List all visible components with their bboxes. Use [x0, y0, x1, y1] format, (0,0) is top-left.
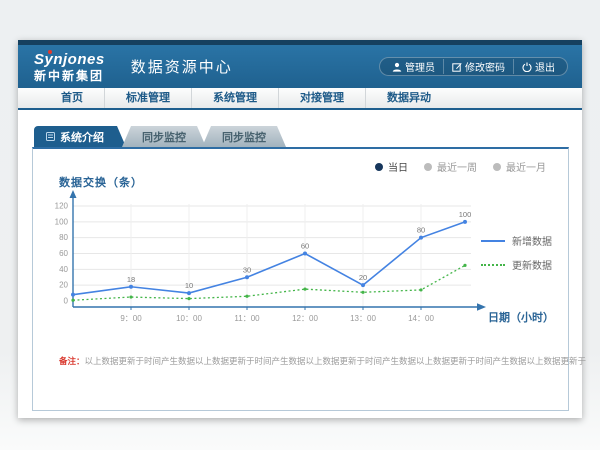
- data-point: [187, 291, 191, 295]
- y-tick-label: 40: [59, 265, 68, 274]
- data-label: 20: [359, 273, 367, 282]
- x-tick-label: 9：00: [120, 314, 142, 323]
- legend-line-solid: [481, 240, 505, 242]
- tab-sync-monitor-2[interactable]: 同步监控: [202, 126, 286, 147]
- footnote-prefix: 备注：: [59, 356, 85, 366]
- radio-dot: [375, 163, 383, 171]
- radio-dot: [424, 163, 432, 171]
- header-bar: Synjones 新中新集团 数据资源中心 管理员 修改密码 退出: [18, 45, 582, 88]
- radio-label: 当日: [388, 159, 408, 174]
- power-icon: [522, 62, 532, 72]
- legend-item-update-data[interactable]: 更新数据: [481, 257, 552, 272]
- data-point: [463, 264, 466, 267]
- content-area: 系统介绍 同步监控 同步监控 当日 最近一周 最近一月 数据交换（条） 0 20 4…: [18, 112, 582, 418]
- data-point: [303, 252, 307, 256]
- y-axis-arrow: [70, 190, 77, 198]
- data-point: [187, 297, 190, 300]
- data-label: 30: [243, 265, 251, 274]
- y-tick-label: 100: [55, 217, 69, 226]
- data-point: [419, 288, 422, 291]
- data-label: 100: [459, 210, 472, 219]
- data-label: 18: [127, 275, 135, 284]
- nav-item-data-change[interactable]: 数据异动: [365, 88, 452, 108]
- time-range-filter: 当日 最近一周 最近一月: [375, 159, 546, 174]
- y-tick-label: 20: [59, 281, 68, 290]
- tab-system-intro[interactable]: 系统介绍: [34, 126, 126, 147]
- page-title: 数据资源中心: [131, 56, 233, 77]
- logout-label: 退出: [535, 59, 555, 74]
- legend-label: 新增数据: [512, 233, 552, 248]
- main-nav: 首页 标准管理 系统管理 对接管理 数据异动: [18, 88, 582, 110]
- user-label: 管理员: [405, 59, 435, 74]
- x-tick-label: 10：00: [176, 314, 202, 323]
- nav-item-home[interactable]: 首页: [40, 88, 104, 108]
- data-point: [361, 291, 364, 294]
- legend-label: 更新数据: [512, 257, 552, 272]
- x-axis-arrow: [477, 303, 486, 311]
- tab-bar: 系统介绍 同步监控 同步监控: [34, 126, 286, 147]
- tab-label: 同步监控: [222, 129, 266, 145]
- data-label: 60: [301, 242, 309, 251]
- logo-red-dot: [48, 50, 52, 54]
- radio-today[interactable]: 当日: [375, 159, 408, 174]
- footnote-text: 以上数据更新于时间产生数据以上数据更新于时间产生数据以上数据更新于时间产生数据以…: [85, 356, 587, 366]
- company-logo: Synjones 新中新集团: [34, 52, 105, 82]
- logo-text: Synjones: [34, 52, 105, 67]
- change-password-button[interactable]: 修改密码: [443, 59, 513, 74]
- legend-line-dotted: [481, 264, 505, 266]
- x-tick-label: 13：00: [350, 314, 376, 323]
- nav-item-system-mgmt[interactable]: 系统管理: [191, 88, 278, 108]
- user-toolbar: 管理员 修改密码 退出: [379, 57, 568, 76]
- data-point: [245, 275, 249, 279]
- logout-button[interactable]: 退出: [513, 59, 563, 74]
- chart-panel: 当日 最近一周 最近一月 数据交换（条） 0 20 40 60 80 100 120 9：00…: [32, 147, 569, 411]
- line-chart: 0 20 40 60 80 100 120 9：00 10：00 11：00 12：00 13：00 1…: [43, 189, 493, 329]
- x-tick-label: 12：00: [292, 314, 318, 323]
- logo-subtext: 新中新集团: [34, 70, 105, 82]
- x-tick-label: 14：00: [408, 314, 434, 323]
- tab-label: 同步监控: [142, 129, 186, 145]
- data-label: 80: [417, 226, 425, 235]
- radio-dot: [493, 163, 501, 171]
- legend-item-new-data[interactable]: 新增数据: [481, 233, 552, 248]
- data-point: [463, 220, 467, 224]
- data-point: [419, 236, 423, 240]
- x-tick-label: 11：00: [234, 314, 260, 323]
- x-axis-title: 日期（小时）: [488, 309, 554, 325]
- data-label: 10: [185, 281, 193, 290]
- y-tick-label: 120: [55, 202, 69, 211]
- y-tick-label: 60: [59, 249, 68, 258]
- data-point: [71, 299, 74, 302]
- tab-label: 系统介绍: [60, 129, 104, 145]
- user-menu[interactable]: 管理员: [384, 59, 443, 74]
- data-point: [303, 288, 306, 291]
- edit-icon: [452, 62, 462, 72]
- tab-sync-monitor-1[interactable]: 同步监控: [122, 126, 206, 147]
- y-axis-title: 数据交换（条）: [59, 174, 143, 190]
- data-point: [71, 293, 75, 297]
- nav-item-interface-mgmt[interactable]: 对接管理: [278, 88, 365, 108]
- nav-item-standard-mgmt[interactable]: 标准管理: [104, 88, 191, 108]
- data-point: [129, 295, 132, 298]
- radio-last-month[interactable]: 最近一月: [493, 159, 546, 174]
- data-point: [129, 285, 133, 289]
- radio-last-week[interactable]: 最近一周: [424, 159, 477, 174]
- radio-label: 最近一月: [506, 159, 546, 174]
- data-point: [245, 295, 248, 298]
- user-icon: [392, 62, 402, 72]
- radio-label: 最近一周: [437, 159, 477, 174]
- document-icon: [46, 132, 55, 141]
- change-password-label: 修改密码: [465, 59, 505, 74]
- footnote: 备注：以上数据更新于时间产生数据以上数据更新于时间产生数据以上数据更新于时间产生…: [59, 355, 586, 367]
- page-card: Synjones 新中新集团 数据资源中心 管理员 修改密码 退出 首页 标准管…: [18, 40, 582, 418]
- data-point: [361, 283, 365, 287]
- y-tick-label: 0: [64, 297, 69, 306]
- y-tick-label: 80: [59, 233, 68, 242]
- chart-legend: 新增数据 更新数据: [481, 233, 552, 272]
